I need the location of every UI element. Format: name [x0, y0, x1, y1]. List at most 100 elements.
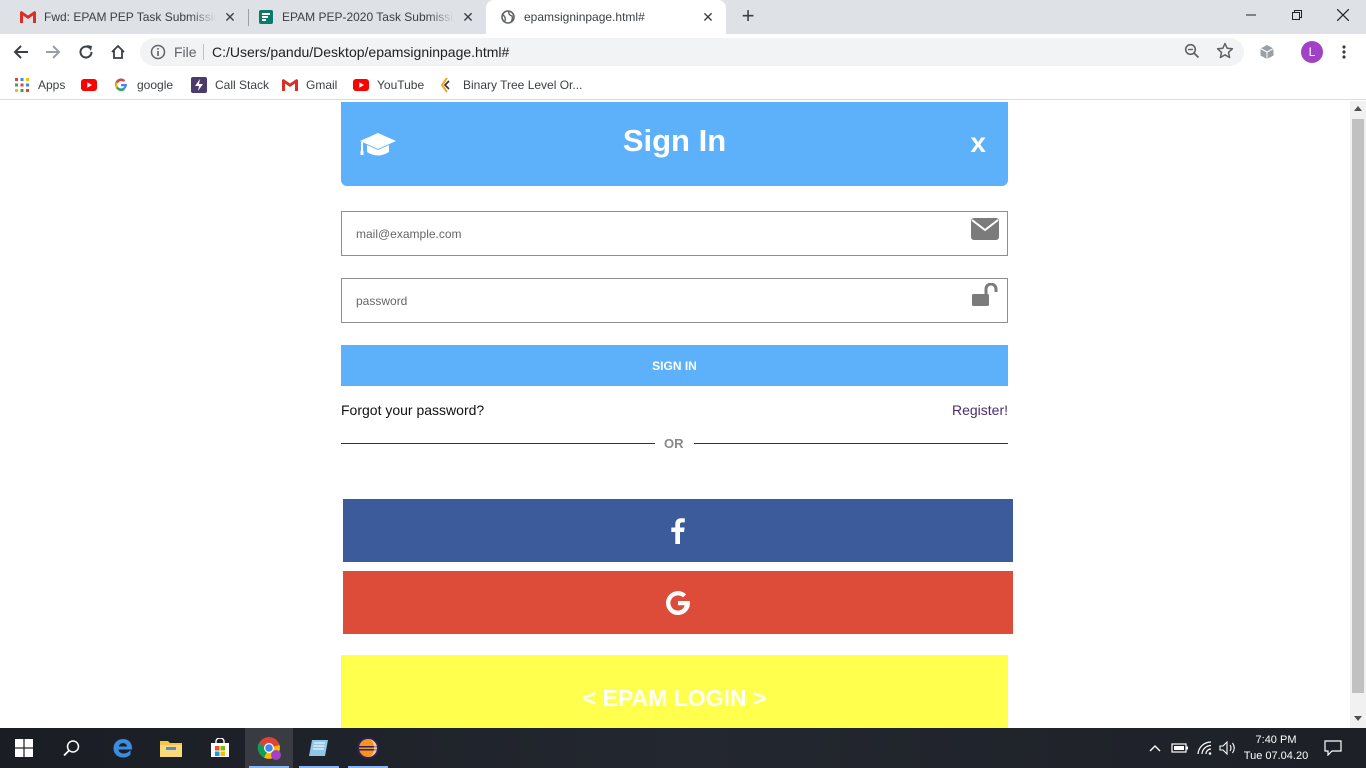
wifi-icon [1197, 741, 1212, 755]
bookmark-star-icon[interactable] [1216, 42, 1234, 60]
taskbar-store[interactable] [196, 728, 244, 768]
bookmark-youtube-1[interactable] [81, 76, 105, 94]
restore-icon [1292, 10, 1302, 20]
action-center-button[interactable] [1318, 728, 1348, 768]
epam-login-button[interactable]: < EPAM LOGIN > [341, 655, 1008, 728]
windows-taskbar: 7:40 PM Tue 07.04.20 [0, 728, 1366, 768]
taskbar-chrome[interactable] [245, 728, 293, 768]
page-scrollbar[interactable] [1350, 101, 1366, 728]
omnibox-divider [203, 44, 204, 60]
start-button[interactable] [0, 728, 48, 768]
facebook-login-button[interactable] [343, 499, 1013, 562]
wifi-button[interactable] [1194, 728, 1218, 768]
menu-button[interactable] [1330, 38, 1358, 66]
page-title: Sign In [622, 123, 727, 158]
info-icon[interactable] [150, 44, 166, 60]
chevron-up-icon [1149, 745, 1161, 752]
reload-button[interactable] [72, 38, 100, 66]
search-icon [63, 740, 80, 757]
home-button[interactable] [104, 38, 132, 66]
tab-strip: Fwd: EPAM PEP Task Submission ✕ EPAM PEP… [0, 0, 1366, 34]
taskbar-notes-app[interactable] [295, 728, 343, 768]
facebook-f-icon [671, 517, 685, 544]
zoom-icon[interactable] [1184, 43, 1200, 59]
bookmark-apps[interactable]: Apps [14, 76, 65, 94]
back-button[interactable] [7, 38, 35, 66]
edge-icon [113, 739, 133, 758]
scrollbar-thumb[interactable] [1352, 119, 1364, 693]
home-icon [111, 44, 125, 59]
email-input[interactable] [356, 212, 956, 255]
bookmark-google[interactable]: google [113, 76, 173, 94]
battery-icon [1171, 743, 1188, 753]
chrome-icon [257, 737, 281, 760]
taskbar-eclipse[interactable] [344, 728, 392, 768]
signin-header: Sign In x [341, 102, 1008, 186]
profile-avatar[interactable]: L [1301, 41, 1323, 63]
minimize-icon [1246, 14, 1256, 16]
globe-icon [500, 9, 516, 25]
bookmark-call-stack[interactable]: Call Stack [191, 76, 269, 94]
speaker-icon [1219, 741, 1235, 755]
bookmark-label: Gmail [306, 78, 338, 92]
bookmarks-bar: Apps google Call Stack Gmail YouTube Bin… [0, 70, 1366, 100]
close-window-button[interactable] [1320, 0, 1366, 30]
notes-app-icon [309, 740, 328, 756]
forward-button[interactable] [39, 38, 67, 66]
password-field[interactable] [341, 278, 1008, 323]
register-link[interactable]: Register! [952, 402, 1008, 418]
bookmark-youtube-2[interactable]: YouTube [353, 76, 424, 94]
close-button[interactable]: x [970, 127, 986, 159]
bookmark-label: YouTube [377, 78, 425, 92]
close-tab-icon[interactable]: ✕ [222, 9, 238, 25]
bookmark-label: Call Stack [215, 78, 270, 92]
email-field[interactable] [341, 211, 1008, 256]
password-input[interactable] [356, 279, 956, 322]
youtube-icon [81, 77, 97, 93]
google-login-button[interactable] [343, 571, 1013, 634]
signin-button[interactable]: SIGN IN [341, 345, 1008, 386]
back-arrow-icon [13, 45, 28, 59]
google-g-icon [666, 590, 690, 615]
clock-time: 7:40 PM [1255, 734, 1297, 746]
taskbar-edge[interactable] [99, 728, 147, 768]
tab-title: EPAM PEP-2020 Task Submission [282, 10, 454, 24]
close-tab-icon[interactable]: ✕ [700, 9, 716, 25]
scroll-up-arrow-icon[interactable] [1354, 106, 1362, 111]
bookmark-gmail[interactable]: Gmail [282, 76, 337, 94]
taskbar-clock[interactable]: 7:40 PM Tue 07.04.20 [1236, 732, 1316, 764]
forgot-password-link[interactable]: Forgot your password? [341, 402, 484, 418]
address-bar[interactable]: File C:/Users/pandu/Desktop/epamsigninpa… [140, 38, 1244, 66]
tab-forms[interactable]: EPAM PEP-2020 Task Submission ✕ [238, 0, 486, 34]
url-text[interactable]: C:/Users/pandu/Desktop/epamsigninpage.ht… [212, 44, 509, 60]
restore-button[interactable] [1274, 0, 1320, 30]
google-icon [113, 77, 129, 93]
codeforces-icon [439, 77, 455, 93]
forward-arrow-icon [46, 45, 61, 59]
divider-line-right [694, 443, 1008, 444]
folder-icon [160, 741, 182, 757]
show-hidden-icons-button[interactable] [1146, 728, 1164, 768]
taskbar-file-explorer[interactable] [147, 728, 195, 768]
minimize-button[interactable] [1228, 0, 1274, 30]
search-button[interactable] [48, 728, 96, 768]
tab-title: epamsigninpage.html# [524, 10, 645, 24]
tab-gmail[interactable]: Fwd: EPAM PEP Task Submission ✕ [0, 0, 248, 34]
youtube-icon [353, 77, 369, 93]
close-tab-icon[interactable]: ✕ [460, 9, 476, 25]
windows-logo-icon [15, 739, 33, 757]
battery-button[interactable] [1168, 728, 1192, 768]
extension-cube-icon [1260, 45, 1274, 59]
browser-toolbar: File C:/Users/pandu/Desktop/epamsigninpa… [0, 34, 1366, 70]
extension-button[interactable] [1253, 38, 1281, 66]
divider-line-left [341, 443, 655, 444]
scroll-down-arrow-icon[interactable] [1354, 716, 1362, 721]
bookmark-binary-tree[interactable]: Binary Tree Level Or... [439, 76, 582, 94]
callstack-icon [191, 77, 207, 93]
apps-grid-icon [14, 77, 30, 93]
tab-epamsigninpage[interactable]: epamsigninpage.html# ✕ [486, 0, 726, 34]
bookmark-label: google [137, 78, 174, 92]
new-tab-button[interactable]: + [736, 5, 760, 29]
tab-title: Fwd: EPAM PEP Task Submission [44, 10, 216, 24]
scheme-label: File [174, 44, 197, 60]
